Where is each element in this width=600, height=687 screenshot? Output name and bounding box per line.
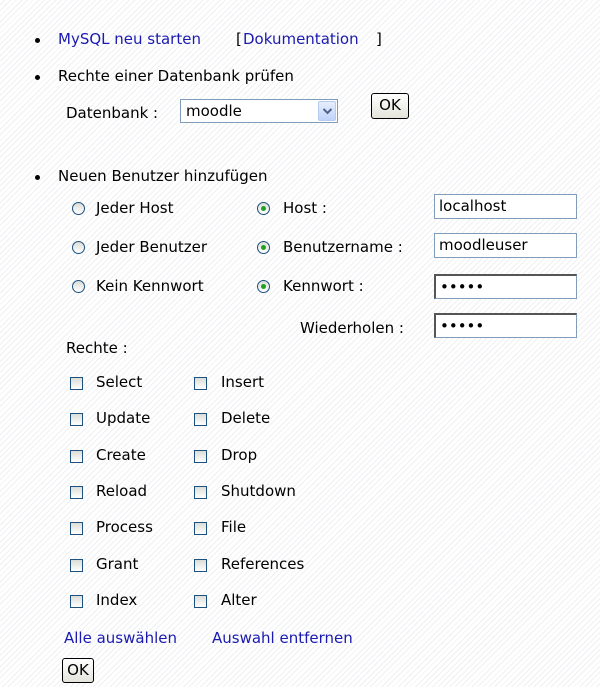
privilege-checkbox[interactable]: [70, 485, 83, 499]
host-radio[interactable]: [257, 202, 270, 215]
privilege-label: References: [221, 554, 305, 573]
any-host-radio[interactable]: [72, 202, 85, 215]
privilege-label: Reload: [96, 481, 148, 500]
database-label: Datenbank :: [66, 104, 159, 122]
bracket-open: [: [236, 30, 242, 48]
rights-label: Rechte :: [66, 339, 128, 357]
select-all-link[interactable]: Alle auswählen: [64, 629, 177, 647]
privilege-label: Alter: [221, 590, 257, 609]
bullet: [35, 75, 40, 80]
privilege-label: Index: [96, 590, 138, 609]
add-user-ok-button[interactable]: OK: [62, 658, 94, 683]
any-user-radio[interactable]: [72, 241, 85, 254]
database-select-value: moodle: [186, 102, 242, 120]
privilege-label: Insert: [221, 373, 265, 391]
repeat-password-input[interactable]: •••••: [434, 313, 577, 338]
privilege-checkbox[interactable]: [70, 558, 83, 572]
privilege-checkbox[interactable]: [194, 522, 207, 536]
any-user-label: Jeder Benutzer: [96, 238, 208, 256]
add-user-title: Neuen Benutzer hinzufügen: [58, 167, 268, 185]
host-input[interactable]: localhost: [434, 194, 577, 219]
restart-mysql-link[interactable]: MySQL neu starten: [58, 30, 201, 48]
password-label: Kennwort :: [283, 277, 364, 295]
repeat-password-label: Wiederholen :: [300, 319, 404, 337]
no-password-radio[interactable]: [72, 280, 85, 293]
privilege-checkbox[interactable]: [70, 522, 83, 536]
deselect-all-link[interactable]: Auswahl entfernen: [212, 629, 353, 647]
privilege-checkbox[interactable]: [194, 413, 207, 427]
privilege-label: Delete: [221, 409, 271, 428]
privilege-label: File: [221, 518, 247, 537]
password-radio[interactable]: [257, 280, 270, 293]
privilege-checkbox[interactable]: [194, 449, 207, 463]
privilege-checkbox[interactable]: [194, 594, 207, 608]
password-input[interactable]: •••••: [434, 274, 577, 299]
privilege-checkbox[interactable]: [70, 594, 83, 608]
username-input[interactable]: moodleuser: [434, 233, 577, 258]
check-rights-ok-button[interactable]: OK: [371, 93, 409, 119]
any-host-label: Jeder Host: [96, 199, 174, 217]
host-label: Host :: [283, 199, 327, 217]
privilege-checkbox[interactable]: [194, 558, 207, 572]
privilege-label: Select: [96, 373, 143, 391]
bullet: [35, 175, 40, 180]
no-password-label: Kein Kennwort: [96, 277, 204, 295]
privilege-label: Process: [96, 518, 153, 537]
privilege-checkbox[interactable]: [194, 485, 207, 499]
privilege-checkbox[interactable]: [70, 449, 83, 463]
bullet: [35, 38, 40, 43]
privilege-label: Create: [96, 445, 146, 464]
privilege-checkbox[interactable]: [70, 377, 83, 390]
username-radio[interactable]: [257, 241, 270, 254]
privilege-label: Shutdown: [221, 481, 296, 500]
privilege-checkbox[interactable]: [70, 413, 83, 427]
check-rights-title: Rechte einer Datenbank prüfen: [58, 67, 294, 85]
chevron-down-icon[interactable]: [318, 101, 336, 121]
documentation-link[interactable]: Dokumentation: [243, 30, 359, 48]
bracket-close: ]: [376, 30, 382, 48]
privilege-label: Grant: [96, 554, 139, 573]
database-select[interactable]: moodle: [180, 99, 338, 123]
privilege-label: Update: [96, 409, 151, 428]
privilege-label: Drop: [221, 445, 258, 464]
privilege-checkbox[interactable]: [194, 377, 207, 390]
username-label: Benutzername :: [283, 238, 403, 256]
